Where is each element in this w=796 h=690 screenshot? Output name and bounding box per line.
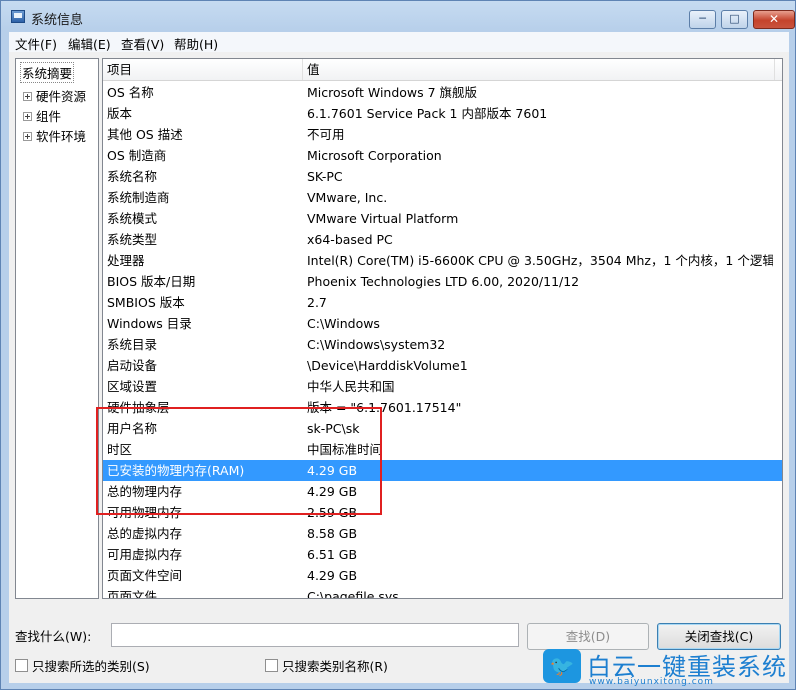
watermark: 🐦 白云一键重装系统 www.baiyunxitong.com — [541, 647, 795, 689]
menu-view[interactable]: 查看(V) — [121, 34, 164, 53]
window-title: 系统信息 — [31, 13, 84, 28]
menu-help[interactable]: 帮助(H) — [174, 34, 218, 53]
minimize-button[interactable]: ─ — [689, 10, 716, 29]
checkbox-label: 只搜索所选的类别(S) — [32, 659, 150, 674]
find-button[interactable]: 查找(D) — [527, 623, 649, 650]
find-what-input[interactable] — [111, 623, 519, 647]
only-selected-category-checkbox[interactable]: 只搜索所选的类别(S) — [15, 656, 150, 675]
watermark-url: www.baiyunxitong.com — [589, 677, 714, 687]
checkbox-label: 只搜索类别名称(R) — [282, 659, 388, 674]
system-info-app-icon — [11, 10, 25, 23]
system-info-window: 系统信息 ─ □ ✕ 文件(F) 编辑(E) 查看(V) 帮助(H) 系统摘要 … — [0, 0, 796, 690]
title-bar[interactable]: 系统信息 ─ □ ✕ — [1, 1, 795, 31]
only-category-names-checkbox[interactable]: 只搜索类别名称(R) — [265, 656, 388, 675]
bottom-panel: 查找什么(W): 查找(D) 关闭查找(C) 只搜索所选的类别(S) 只搜索类别… — [9, 52, 789, 683]
menu-edit[interactable]: 编辑(E) — [68, 34, 111, 53]
maximize-button[interactable]: □ — [721, 10, 748, 29]
menu-bar: 文件(F) 编辑(E) 查看(V) 帮助(H) — [9, 32, 789, 52]
find-what-label: 查找什么(W): — [15, 629, 92, 644]
checkbox-icon[interactable] — [265, 659, 278, 672]
menu-file[interactable]: 文件(F) — [15, 34, 57, 53]
close-find-button[interactable]: 关闭查找(C) — [657, 623, 781, 650]
checkbox-icon[interactable] — [15, 659, 28, 672]
twitter-bird-icon: 🐦 — [543, 649, 581, 683]
close-button[interactable]: ✕ — [753, 10, 795, 29]
